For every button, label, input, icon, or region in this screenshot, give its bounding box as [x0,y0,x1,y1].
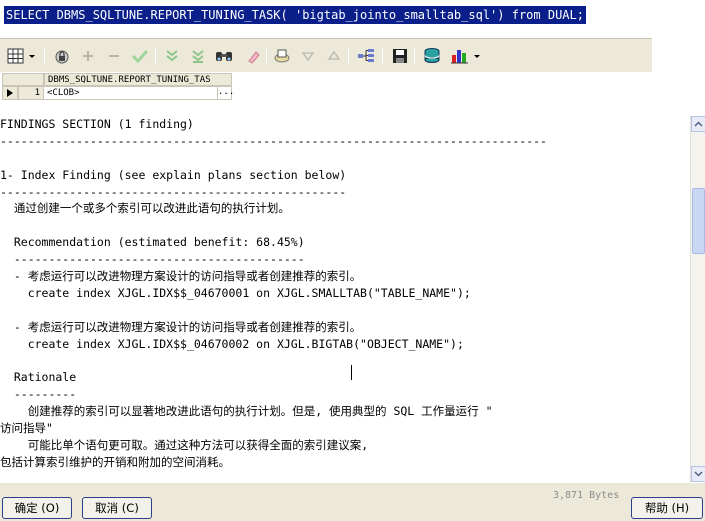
report-line [0,352,690,369]
check-icon[interactable] [130,46,150,66]
add-icon[interactable] [78,46,98,66]
report-line: --------- [0,387,77,402]
report-line: ----------------------------------------… [0,133,547,148]
grid-menu-icon[interactable] [7,46,37,66]
report-line: create index XJGL.IDX$$_04670001 on XJGL… [0,285,471,300]
dialog-footer: 确定 (O) 取消 (C) 3,871 Bytes 帮助 (H) [0,483,705,521]
report-line: 包括计算索引维护的开销和附加的空间消耗。 [0,454,230,469]
report-line: 可能比单个语句更可取。通过这种方法可以获得全面的索引建议案, [0,437,369,452]
column-header[interactable]: DBMS_SQLTUNE.REPORT_TUNING_TAS [44,73,232,86]
first-record-icon[interactable] [162,46,182,66]
lock-icon[interactable] [52,46,72,66]
results-grid: DBMS_SQLTUNE.REPORT_TUNING_TAS 1 <CLOB> … [0,72,652,100]
report-line: ----------------------------------------… [0,252,305,267]
next-icon[interactable] [324,46,344,66]
grid-corner [2,73,44,86]
ok-button[interactable]: 确定 (O) [2,497,72,519]
find-icon[interactable] [214,46,234,66]
tree-icon[interactable] [356,46,376,66]
report-line: 通过创建一个或多个索引可以改进此语句的执行计划。 [0,201,290,216]
byte-count: 3,871 Bytes [553,490,620,501]
last-record-icon[interactable] [188,46,208,66]
export-icon[interactable] [272,46,292,66]
scroll-down-icon[interactable] [691,466,705,482]
scroll-up-icon[interactable] [691,116,705,132]
report-line [0,302,690,319]
report-line: ----------------------------------------… [0,184,347,199]
database-icon[interactable] [422,46,442,66]
report-line: Recommendation (estimated benefit: 68.45… [0,235,305,250]
sql-statement-selection[interactable]: SELECT DBMS_SQLTUNE.REPORT_TUNING_TASK( … [4,6,586,24]
scroll-thumb[interactable] [692,188,705,254]
text-caret [351,365,352,380]
help-button[interactable]: 帮助 (H) [631,497,703,519]
report-line: create index XJGL.IDX$$_04670002 on XJGL… [0,336,464,351]
cell-ellipsis-button[interactable]: ... [218,86,234,100]
report-line: - 考虑运行可以改进物理方案设计的访问指导或者创建推荐的索引。 [0,269,362,284]
vertical-scrollbar[interactable] [690,116,705,482]
prior-icon[interactable] [298,46,318,66]
report-line: FINDINGS SECTION (1 finding) [0,117,194,131]
clob-text-viewer[interactable]: FINDINGS SECTION (1 finding) ------------… [0,113,705,483]
chart-menu-icon[interactable] [450,46,484,66]
cancel-button[interactable]: 取消 (C) [82,497,152,519]
report-line: 1- Index Finding (see explain plans sect… [0,167,347,182]
remove-icon[interactable] [104,46,124,66]
report-text: FINDINGS SECTION (1 finding) ------------… [0,116,690,471]
row-number: 1 [18,86,44,100]
clear-icon[interactable] [244,46,264,66]
report-line: 访问指导" [0,421,53,436]
sql-editor[interactable]: SELECT DBMS_SQLTUNE.REPORT_TUNING_TASK( … [0,0,652,30]
report-line: - 考虑运行可以改进物理方案设计的访问指导或者创建推荐的索引。 [0,319,362,334]
save-icon[interactable] [390,46,410,66]
results-toolbar [0,38,652,72]
report-line [0,217,690,234]
table-cell[interactable]: <CLOB> [44,86,218,100]
report-line [0,150,690,167]
report-line: Rationale [0,370,77,385]
current-row-indicator-icon [2,86,18,100]
report-line: 创建推荐的索引可以显著地改进此语句的执行计划。但是, 使用典型的 SQL 工作量… [0,404,493,419]
